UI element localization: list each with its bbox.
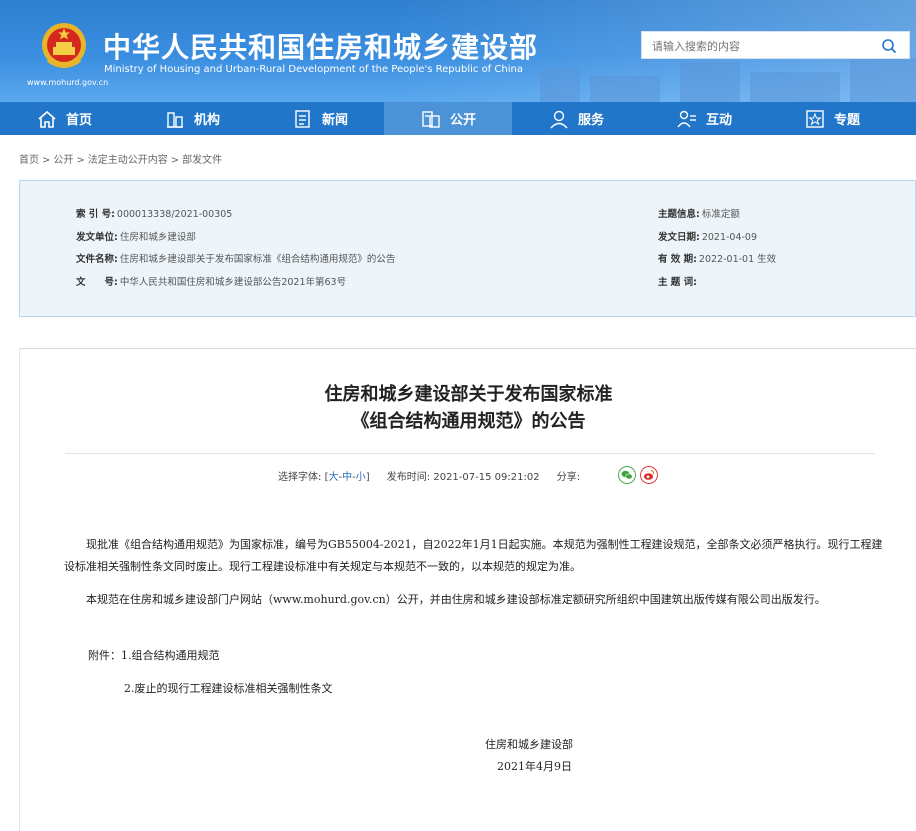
paragraph-2: 本规范在住房和城乡建设部门户网站（www.mohurd.gov.cn）公开，并由… bbox=[86, 593, 826, 606]
info-subject: 主 题 词: bbox=[658, 277, 697, 288]
breadcrumb: 首页 > 公开 > 法定主动公开内容 > 部发文件 bbox=[19, 155, 223, 166]
topic-icon bbox=[806, 109, 824, 128]
info-index: 索 引 号: 000013338/2021-00305 bbox=[76, 209, 233, 220]
attachment-2[interactable]: 2.废止的现行工程建设标准相关强制性条文 bbox=[124, 680, 333, 696]
service-icon bbox=[550, 110, 568, 128]
article-body: 住房和城乡建设部关于发布国家标准 《组合结构通用规范》的公告 选择字体: [大-… bbox=[19, 348, 916, 831]
org-icon bbox=[166, 111, 183, 128]
info-doc-number: 文 号: 中华人民共和国住房和城乡建设部公告2021年第63号 bbox=[76, 277, 347, 288]
nav-label: 公开 bbox=[449, 113, 476, 128]
divider bbox=[65, 453, 875, 454]
info-name: 文件名称: 住房和城乡建设部关于发布国家标准《组合结构通用规范》的公告 bbox=[76, 254, 396, 265]
breadcrumb-home[interactable]: 首页 bbox=[19, 155, 39, 166]
site-title-cn[interactable]: 中华人民共和国住房和城乡建设部 bbox=[103, 26, 538, 66]
national-emblem-icon bbox=[42, 23, 86, 68]
nav-label: 专题 bbox=[833, 113, 860, 128]
nav-item-news[interactable]: 新闻 bbox=[256, 102, 384, 135]
article-title-line2: 《组合结构通用规范》的公告 bbox=[351, 411, 586, 432]
signature-org: 住房和城乡建设部 bbox=[485, 738, 573, 751]
weibo-share-icon[interactable] bbox=[640, 466, 658, 484]
nav-label: 新闻 bbox=[321, 113, 348, 128]
nav-item-home[interactable]: 首页 bbox=[0, 102, 128, 135]
wechat-share-icon[interactable] bbox=[618, 466, 636, 484]
signature-date: 2021年4月9日 bbox=[497, 760, 572, 773]
breadcrumb-statutory[interactable]: 法定主动公开内容 bbox=[88, 155, 168, 166]
site-title-en: Ministry of Housing and Urban-Rural Deve… bbox=[104, 64, 523, 75]
paragraph-1: 现批准《组合结构通用规范》为国家标准，编号为GB55004-2021，自2022… bbox=[64, 538, 883, 573]
article-title-line1: 住房和城乡建设部关于发布国家标准 bbox=[324, 384, 613, 405]
nav-label: 机构 bbox=[193, 113, 220, 128]
document-info-panel: 索 引 号: 000013338/2021-00305 发文单位: 住房和城乡建设部… bbox=[19, 180, 916, 317]
publish-time: 2021-07-15 09:21:02 bbox=[433, 472, 540, 483]
info-date: 发文日期: 2021-04-09 bbox=[658, 232, 758, 243]
interact-icon bbox=[677, 110, 696, 127]
main-nav: 首页 机构 新闻 公开 服务 互动 专题 bbox=[0, 102, 916, 135]
search-icon[interactable] bbox=[881, 38, 897, 54]
home-icon bbox=[38, 110, 56, 128]
public-icon bbox=[422, 110, 440, 128]
breadcrumb-documents[interactable]: 部发文件 bbox=[182, 155, 222, 166]
nav-label: 服务 bbox=[577, 113, 604, 128]
search-box bbox=[641, 31, 910, 59]
nav-item-topic[interactable]: 专题 bbox=[768, 102, 896, 135]
share-label: 分享: bbox=[556, 472, 581, 483]
nav-label: 互动 bbox=[705, 113, 732, 128]
info-unit: 发文单位: 住房和城乡建设部 bbox=[76, 232, 196, 243]
font-large-button[interactable]: 大 bbox=[328, 472, 338, 483]
site-url: www.mohurd.gov.cn bbox=[27, 78, 109, 87]
nav-item-org[interactable]: 机构 bbox=[128, 102, 256, 135]
publish-label: 发布时间: bbox=[386, 472, 431, 483]
font-small-button[interactable]: 小 bbox=[356, 472, 366, 483]
info-validity: 有 效 期: 2022-01-01 生效 bbox=[658, 254, 777, 265]
search-input[interactable] bbox=[652, 37, 867, 55]
article-meta: 选择字体: [大-中-小] 发布时间: 2021-07-15 09:21:02 … bbox=[278, 472, 581, 483]
nav-item-public[interactable]: 公开 bbox=[384, 102, 512, 135]
nav-item-service[interactable]: 服务 bbox=[512, 102, 640, 135]
attachment-1[interactable]: 附件：1.组合结构通用规范 bbox=[88, 647, 220, 663]
nav-item-interact[interactable]: 互动 bbox=[640, 102, 768, 135]
nav-label: 首页 bbox=[65, 113, 92, 128]
news-icon bbox=[295, 109, 310, 128]
site-header: www.mohurd.gov.cn 中华人民共和国住房和城乡建设部 Minist… bbox=[0, 0, 916, 102]
font-medium-button[interactable]: 中 bbox=[342, 472, 352, 483]
font-size-label: 选择字体: bbox=[278, 472, 322, 483]
breadcrumb-public[interactable]: 公开 bbox=[53, 155, 73, 166]
info-topic: 主题信息: 标准定额 bbox=[658, 209, 740, 220]
